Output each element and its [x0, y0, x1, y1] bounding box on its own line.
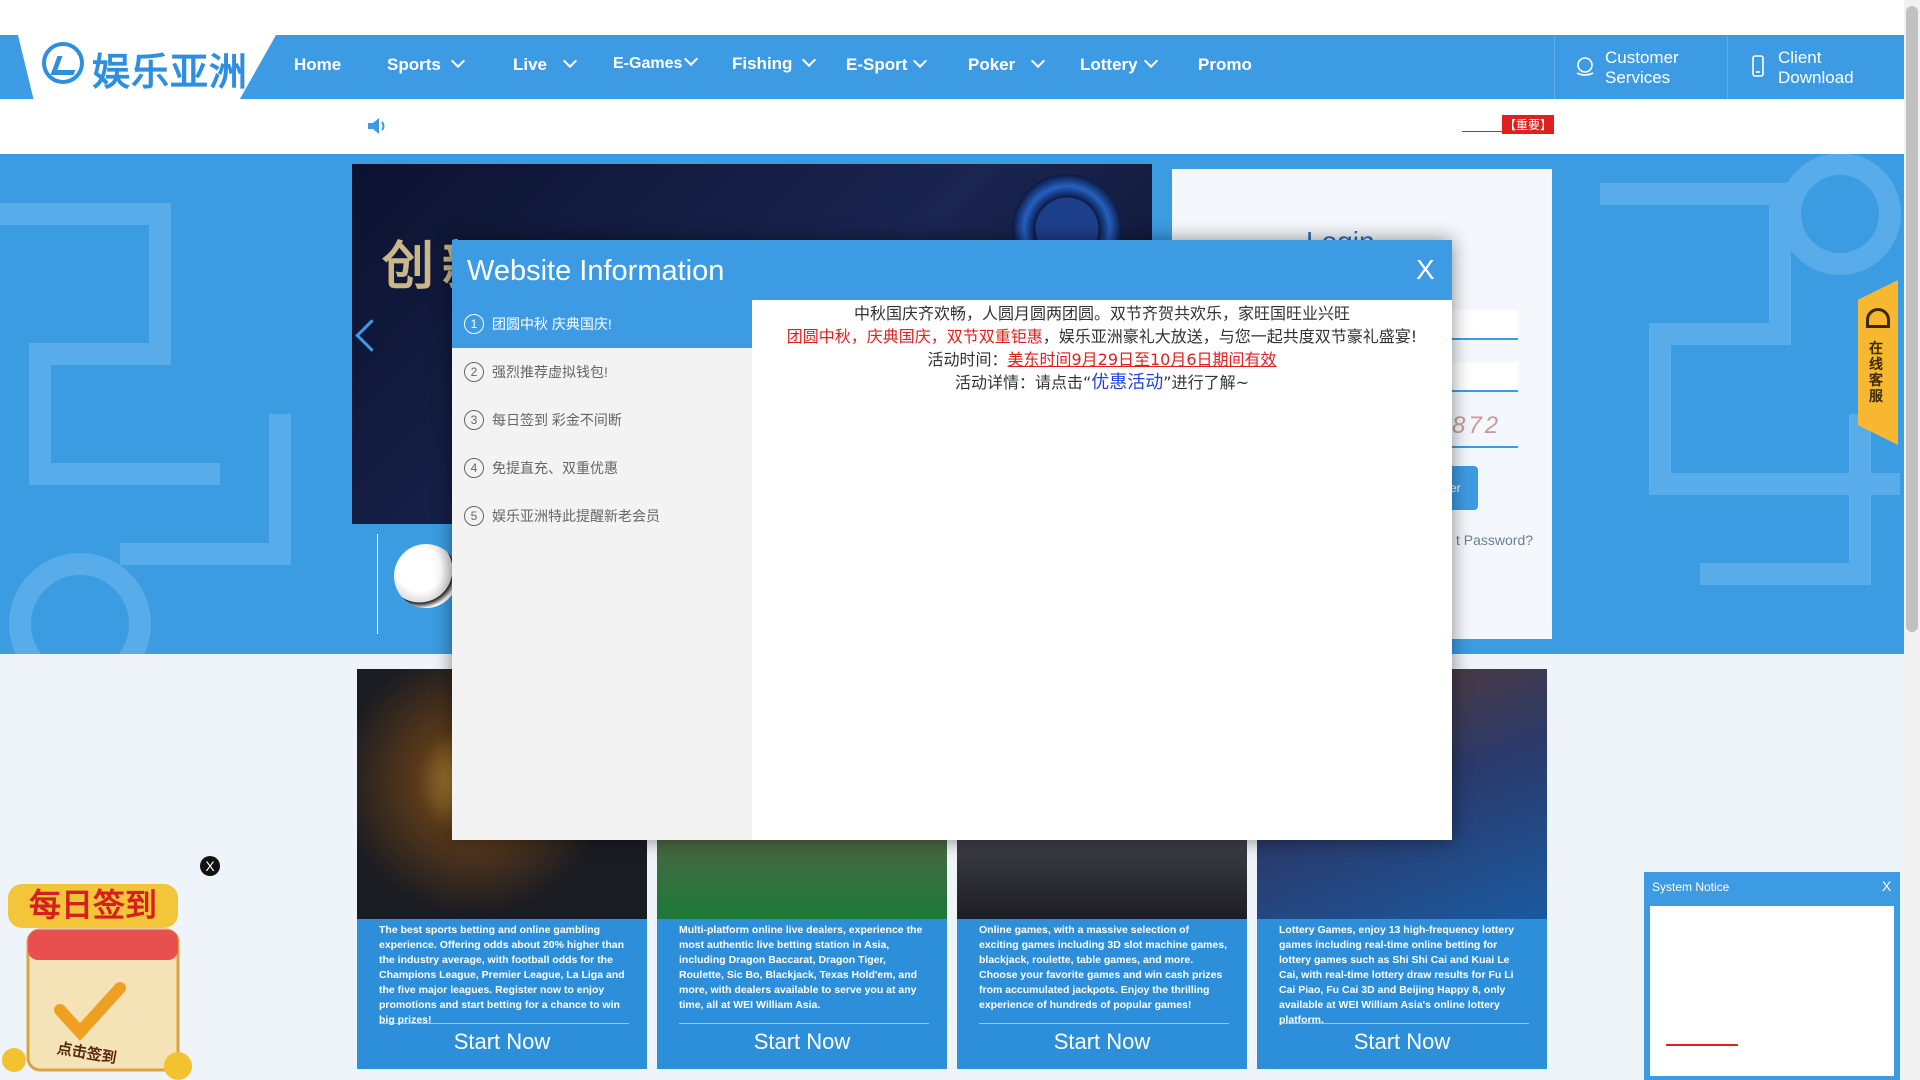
item-number: 2 [464, 362, 484, 383]
nav-fishing[interactable]: Fishing [732, 52, 817, 74]
item-number: 4 [464, 458, 484, 479]
modal-item-3[interactable]: 3 每日签到 彩金不间断 [452, 396, 752, 444]
captcha-field[interactable] [1450, 418, 1518, 448]
speaker-icon[interactable] [366, 115, 388, 137]
chevron-down-icon [913, 53, 928, 69]
system-notice-link-underline [1666, 1044, 1738, 1046]
nav-poker[interactable]: Poker [968, 53, 1046, 75]
promo-activity-link[interactable]: 优惠活动 [1091, 372, 1163, 393]
content-time: 活动时间：美东时间9月29日至10月6日期间有效 [770, 348, 1434, 371]
username-field[interactable] [1450, 310, 1518, 340]
time-label: 活动时间： [927, 350, 1008, 369]
top-strip [0, 0, 1920, 35]
start-now-button[interactable]: Start Now [957, 1029, 1247, 1055]
marquee-tag[interactable]: 【重要】 [1502, 115, 1555, 134]
item-number: 1 [464, 314, 484, 335]
customer-services-line2: Services [1605, 68, 1671, 87]
logo[interactable]: 娱乐亚洲 [18, 35, 276, 99]
online-support-label: 在线客服 [1869, 340, 1883, 404]
start-now-button[interactable]: Start Now [357, 1029, 647, 1055]
time-value: 美东时间9月29日至10月6日期间有效 [1007, 350, 1277, 369]
forgot-password-link[interactable]: t Password? [1456, 532, 1533, 548]
chevron-down-icon [802, 52, 817, 68]
system-notice-body [1650, 906, 1894, 1076]
item-label: 娱乐亚洲特此提醒新老会员 [492, 508, 660, 524]
content-detail: 活动详情：请点击“优惠活动”进行了解~ [770, 371, 1434, 394]
item-label: 团圆中秋 庆典国庆! [492, 316, 612, 332]
nav-live[interactable]: Live [513, 53, 578, 75]
card-description: Multi-platform online live dealers, expe… [679, 924, 923, 1011]
customer-services-line1: Customer [1605, 48, 1679, 67]
start-now-button[interactable]: Start Now [657, 1029, 947, 1055]
daily-checkin-title: 每日签到 [29, 886, 157, 924]
card-description: Online games, with a massive selection o… [979, 924, 1227, 1011]
marquee-underline [1462, 131, 1502, 132]
chevron-down-icon [450, 53, 465, 69]
modal-item-1[interactable]: 1 团圆中秋 庆典国庆! [452, 300, 752, 348]
item-label: 每日签到 彩金不间断 [492, 412, 622, 428]
start-now-button[interactable]: Start Now [1257, 1029, 1547, 1055]
client-download-line2: Download [1778, 68, 1854, 87]
client-download-line1: Client [1778, 48, 1822, 67]
card-divider [1279, 1023, 1529, 1024]
nav-home[interactable]: Home [294, 55, 341, 75]
content-line-2: 团圆中秋，庆典国庆，双节双重钜惠，娱乐亚洲豪礼大放送，与您一起共度双节豪礼盛宴! [770, 325, 1434, 348]
system-notice-close-button[interactable]: X [1882, 878, 1891, 894]
detail-post: ”进行了解~ [1163, 373, 1249, 392]
modal-header: Website Information X [452, 240, 1452, 300]
item-label: 免提直充、双重优惠 [492, 460, 618, 476]
nav-sports[interactable]: Sports [387, 53, 465, 75]
chevron-down-icon [1143, 53, 1158, 69]
item-label: 强烈推荐虚拟钱包! [492, 364, 608, 380]
nav-lottery[interactable]: Lottery [1080, 53, 1158, 75]
online-support-tab[interactable]: 在线客服 [1858, 280, 1898, 445]
system-notice-title: System Notice [1652, 880, 1730, 894]
item-number: 5 [464, 506, 484, 527]
detail-pre: 活动详情：请点击“ [955, 373, 1092, 392]
nav-esport[interactable]: E-Sport [846, 53, 928, 75]
card-divider [979, 1023, 1229, 1024]
website-information-modal: Website Information X 1 团圆中秋 庆典国庆! 2 强烈推荐虚… [452, 240, 1452, 840]
item-number: 3 [464, 410, 484, 431]
daily-checkin-close-button[interactable]: X [200, 856, 220, 876]
logo-text: 娱乐亚洲 [92, 50, 249, 94]
notice-bar [0, 99, 1920, 154]
card-description: The best sports betting and online gambl… [379, 924, 625, 1026]
card-description: Lottery Games, enjoy 13 high-frequency l… [1279, 924, 1515, 1026]
modal-item-5[interactable]: 5 娱乐亚洲特此提醒新老会员 [452, 492, 752, 540]
login-button[interactable]: er [1450, 466, 1478, 510]
card-divider [679, 1023, 929, 1024]
modal-item-4[interactable]: 4 免提直充、双重优惠 [452, 444, 752, 492]
phone-icon [1752, 55, 1764, 77]
modal-close-button[interactable]: X [1416, 254, 1435, 286]
card-divider [379, 1023, 629, 1024]
chevron-down-icon [562, 53, 578, 69]
nav-promo[interactable]: Promo [1198, 55, 1252, 75]
system-notice-panel: System Notice X [1644, 872, 1900, 1080]
headset-icon [1866, 308, 1890, 328]
customer-services-button[interactable]: Customer Services [1554, 35, 1727, 99]
modal-item-2[interactable]: 2 强烈推荐虚拟钱包! [452, 348, 752, 396]
modal-content: 中秋国庆齐欢畅，人圆月圆两团圆。双节齐贺共欢乐，家旺国旺业兴旺 团圆中秋，庆典国… [752, 300, 1452, 840]
modal-title: Website Information [467, 255, 725, 287]
client-download-button[interactable]: Client Download [1727, 35, 1905, 99]
daily-checkin-widget[interactable]: 每日签到 点击签到 [0, 870, 200, 1080]
chevron-down-icon [1031, 53, 1046, 69]
content-highlight: 团圆中秋，庆典国庆，双节双重钜惠 [786, 327, 1043, 346]
modal-sidebar: 1 团圆中秋 庆典国庆! 2 强烈推荐虚拟钱包! 3 每日签到 彩金不间断 4 免提直充… [452, 300, 752, 840]
nav-egames[interactable]: E-Games [613, 51, 699, 73]
chevron-down-icon [684, 51, 699, 67]
banner-prev-arrow-icon[interactable] [355, 319, 388, 352]
scrollbar-thumb[interactable] [1906, 6, 1918, 632]
headset-icon [1576, 57, 1594, 76]
soccer-ball-icon [394, 544, 458, 608]
password-field[interactable] [1450, 362, 1518, 392]
logo-mark-icon [42, 42, 84, 84]
content-line-2-rest: ，娱乐亚洲豪礼大放送，与您一起共度双节豪礼盛宴! [1042, 327, 1418, 346]
content-line-1: 中秋国庆齐欢畅，人圆月圆两团圆。双节齐贺共欢乐，家旺国旺业兴旺 [853, 304, 1350, 323]
